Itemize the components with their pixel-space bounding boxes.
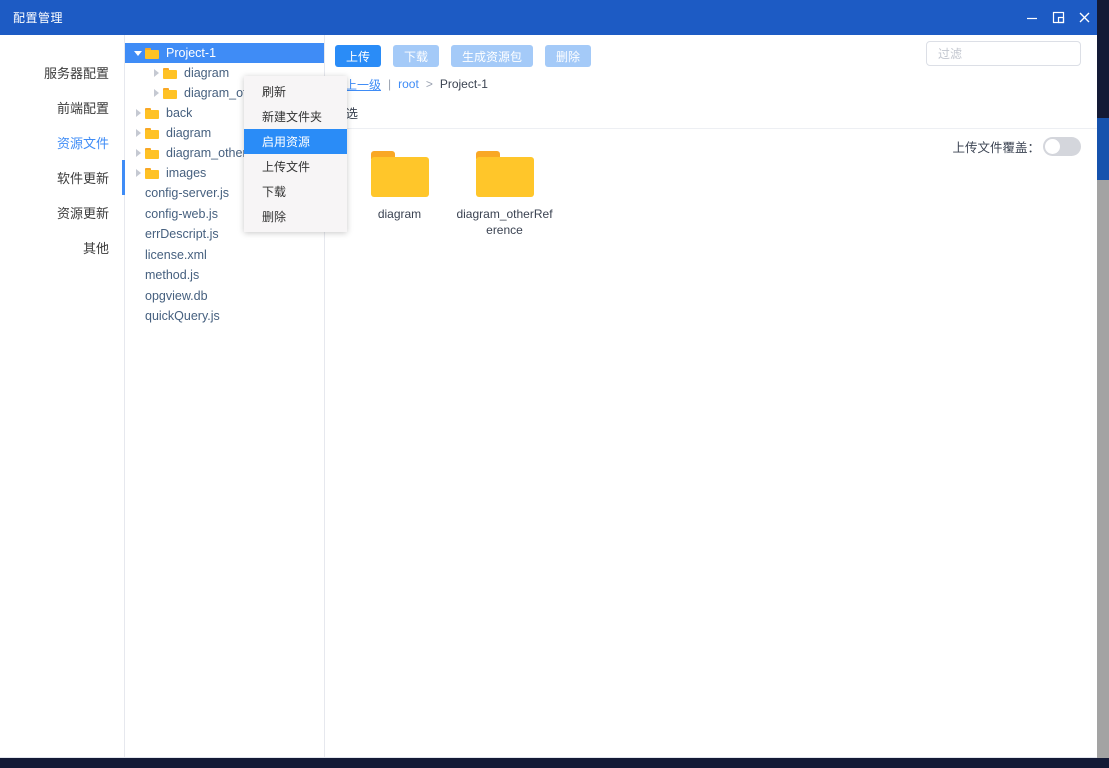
- sidebar-item-frontend-config[interactable]: 前端配置: [0, 90, 124, 125]
- delete-button[interactable]: 删除: [545, 45, 592, 67]
- content-pane: 上传 下载 生成资源包 删除 回上一级 | root > Project-1 全…: [325, 35, 1097, 757]
- sidebar-item-label: 前端配置: [56, 101, 109, 116]
- tree-file-label: opgview.db: [145, 288, 208, 303]
- title-bar: 配置管理: [0, 0, 1097, 35]
- tree-node-label: diagram_otherl: [166, 146, 250, 160]
- folder-icon: [145, 107, 161, 120]
- sidebar-item-server-config[interactable]: 服务器配置: [0, 55, 124, 90]
- chevron-right-icon[interactable]: [149, 89, 163, 97]
- chevron-right-icon[interactable]: [149, 69, 163, 77]
- folder-icon: [145, 167, 161, 180]
- breadcrumb-separator: >: [425, 77, 433, 91]
- breadcrumb-current: Project-1: [439, 77, 488, 91]
- search-input[interactable]: [936, 45, 1071, 62]
- sidebar-item-label: 其他: [82, 241, 109, 256]
- sidebar-item-other[interactable]: 其他: [0, 230, 124, 265]
- window-controls: [1019, 0, 1097, 35]
- context-menu-item-enable-resource[interactable]: 启用资源: [244, 129, 347, 154]
- context-menu-item-refresh[interactable]: 刷新: [244, 79, 347, 104]
- tree-node-label: diagram: [166, 126, 212, 140]
- folder-icon: [163, 87, 179, 100]
- chevron-right-icon[interactable]: [131, 169, 145, 177]
- download-button[interactable]: 下载: [393, 45, 440, 67]
- background-strip-gray: [1095, 180, 1109, 768]
- background-window-bottom-strip: [0, 758, 1109, 768]
- sidebar-item-label: 资源文件: [56, 136, 109, 151]
- folder-icon: [475, 151, 534, 197]
- tree-file-label: license.xml: [145, 247, 207, 262]
- sidebar-item-software-update[interactable]: 软件更新: [0, 160, 124, 195]
- context-menu-item-delete[interactable]: 删除: [244, 204, 347, 229]
- tree-file-label: config-server.js: [145, 186, 230, 201]
- tree-file-license[interactable]: license.xml: [125, 245, 324, 266]
- folder-icon: [145, 127, 161, 140]
- folder-icon: [145, 47, 161, 60]
- tree-file-quick-query[interactable]: quickQuery.js: [125, 306, 324, 327]
- context-menu-item-download[interactable]: 下载: [244, 179, 347, 204]
- upload-overwrite-label: 上传文件覆盖：: [952, 141, 1040, 155]
- minimize-icon[interactable]: [1019, 0, 1045, 35]
- background-window-right-strip: [1095, 0, 1109, 768]
- sidebar-item-label: 资源更新: [56, 206, 109, 221]
- upload-overwrite-toggle[interactable]: [1043, 137, 1081, 156]
- file-tile-diagram[interactable]: diagram: [347, 151, 452, 238]
- toggle-knob: [1045, 139, 1060, 154]
- context-menu: 刷新 新建文件夹 启用资源 上传文件 下载 删除: [244, 76, 347, 232]
- config-management-window: 配置管理 服务器配置 前端配置 资源文件 软件更新 资源更新 其他 Projec…: [0, 0, 1097, 758]
- tree-node-label: Project-1: [166, 46, 217, 60]
- file-grid: diagram diagram_otherReference: [325, 129, 1097, 757]
- background-strip-navy: [1095, 0, 1109, 118]
- select-all-row: 全选: [325, 97, 1097, 129]
- chevron-down-icon[interactable]: [131, 50, 145, 56]
- upload-overwrite-row: 上传文件覆盖：: [952, 137, 1081, 156]
- tree-file-label: method.js: [145, 268, 200, 283]
- breadcrumb-divider: |: [388, 77, 392, 91]
- tree-node-project-1[interactable]: Project-1: [125, 43, 324, 63]
- tree-node-label: back: [166, 106, 193, 120]
- context-menu-item-new-folder[interactable]: 新建文件夹: [244, 104, 347, 129]
- tree-file-label: config-web.js: [145, 206, 218, 221]
- tree-file-label: errDescript.js: [145, 227, 219, 242]
- chevron-right-icon[interactable]: [131, 149, 145, 157]
- breadcrumb-root-link[interactable]: root: [398, 77, 419, 91]
- sidebar-item-label: 软件更新: [56, 171, 109, 186]
- filter-field[interactable]: [926, 41, 1081, 66]
- sidebar-item-resource-update[interactable]: 资源更新: [0, 195, 124, 230]
- folder-icon: [145, 147, 161, 160]
- file-tile-diagram-other-reference[interactable]: diagram_otherReference: [452, 151, 557, 238]
- tree-file-label: quickQuery.js: [145, 309, 220, 324]
- context-menu-item-upload-file[interactable]: 上传文件: [244, 154, 347, 179]
- folder-icon: [370, 151, 429, 197]
- folder-icon: [163, 67, 179, 80]
- background-strip-blue: [1095, 118, 1109, 180]
- tree-file-opgview[interactable]: opgview.db: [125, 286, 324, 307]
- chevron-right-icon[interactable]: [131, 109, 145, 117]
- chevron-right-icon[interactable]: [131, 129, 145, 137]
- breadcrumb: 回上一级 | root > Project-1: [325, 71, 1097, 97]
- generate-resource-package-button[interactable]: 生成资源包: [451, 45, 534, 67]
- window-title: 配置管理: [13, 11, 64, 25]
- sidebar-item-label: 服务器配置: [43, 66, 109, 81]
- upload-button[interactable]: 上传: [335, 45, 382, 67]
- file-tile-label: diagram: [377, 207, 422, 221]
- window-body: 服务器配置 前端配置 资源文件 软件更新 资源更新 其他 Project-1 d…: [0, 35, 1097, 758]
- tree-node-label: images: [166, 166, 207, 180]
- file-tile-label: diagram_otherReference: [456, 207, 553, 237]
- tree-file-method[interactable]: method.js: [125, 265, 324, 286]
- tree-node-label: diagram: [184, 66, 230, 80]
- close-icon[interactable]: [1071, 0, 1097, 35]
- maximize-icon[interactable]: [1045, 0, 1071, 35]
- sidebar-item-resource-files[interactable]: 资源文件: [0, 125, 124, 160]
- sidebar: 服务器配置 前端配置 资源文件 软件更新 资源更新 其他: [0, 35, 125, 757]
